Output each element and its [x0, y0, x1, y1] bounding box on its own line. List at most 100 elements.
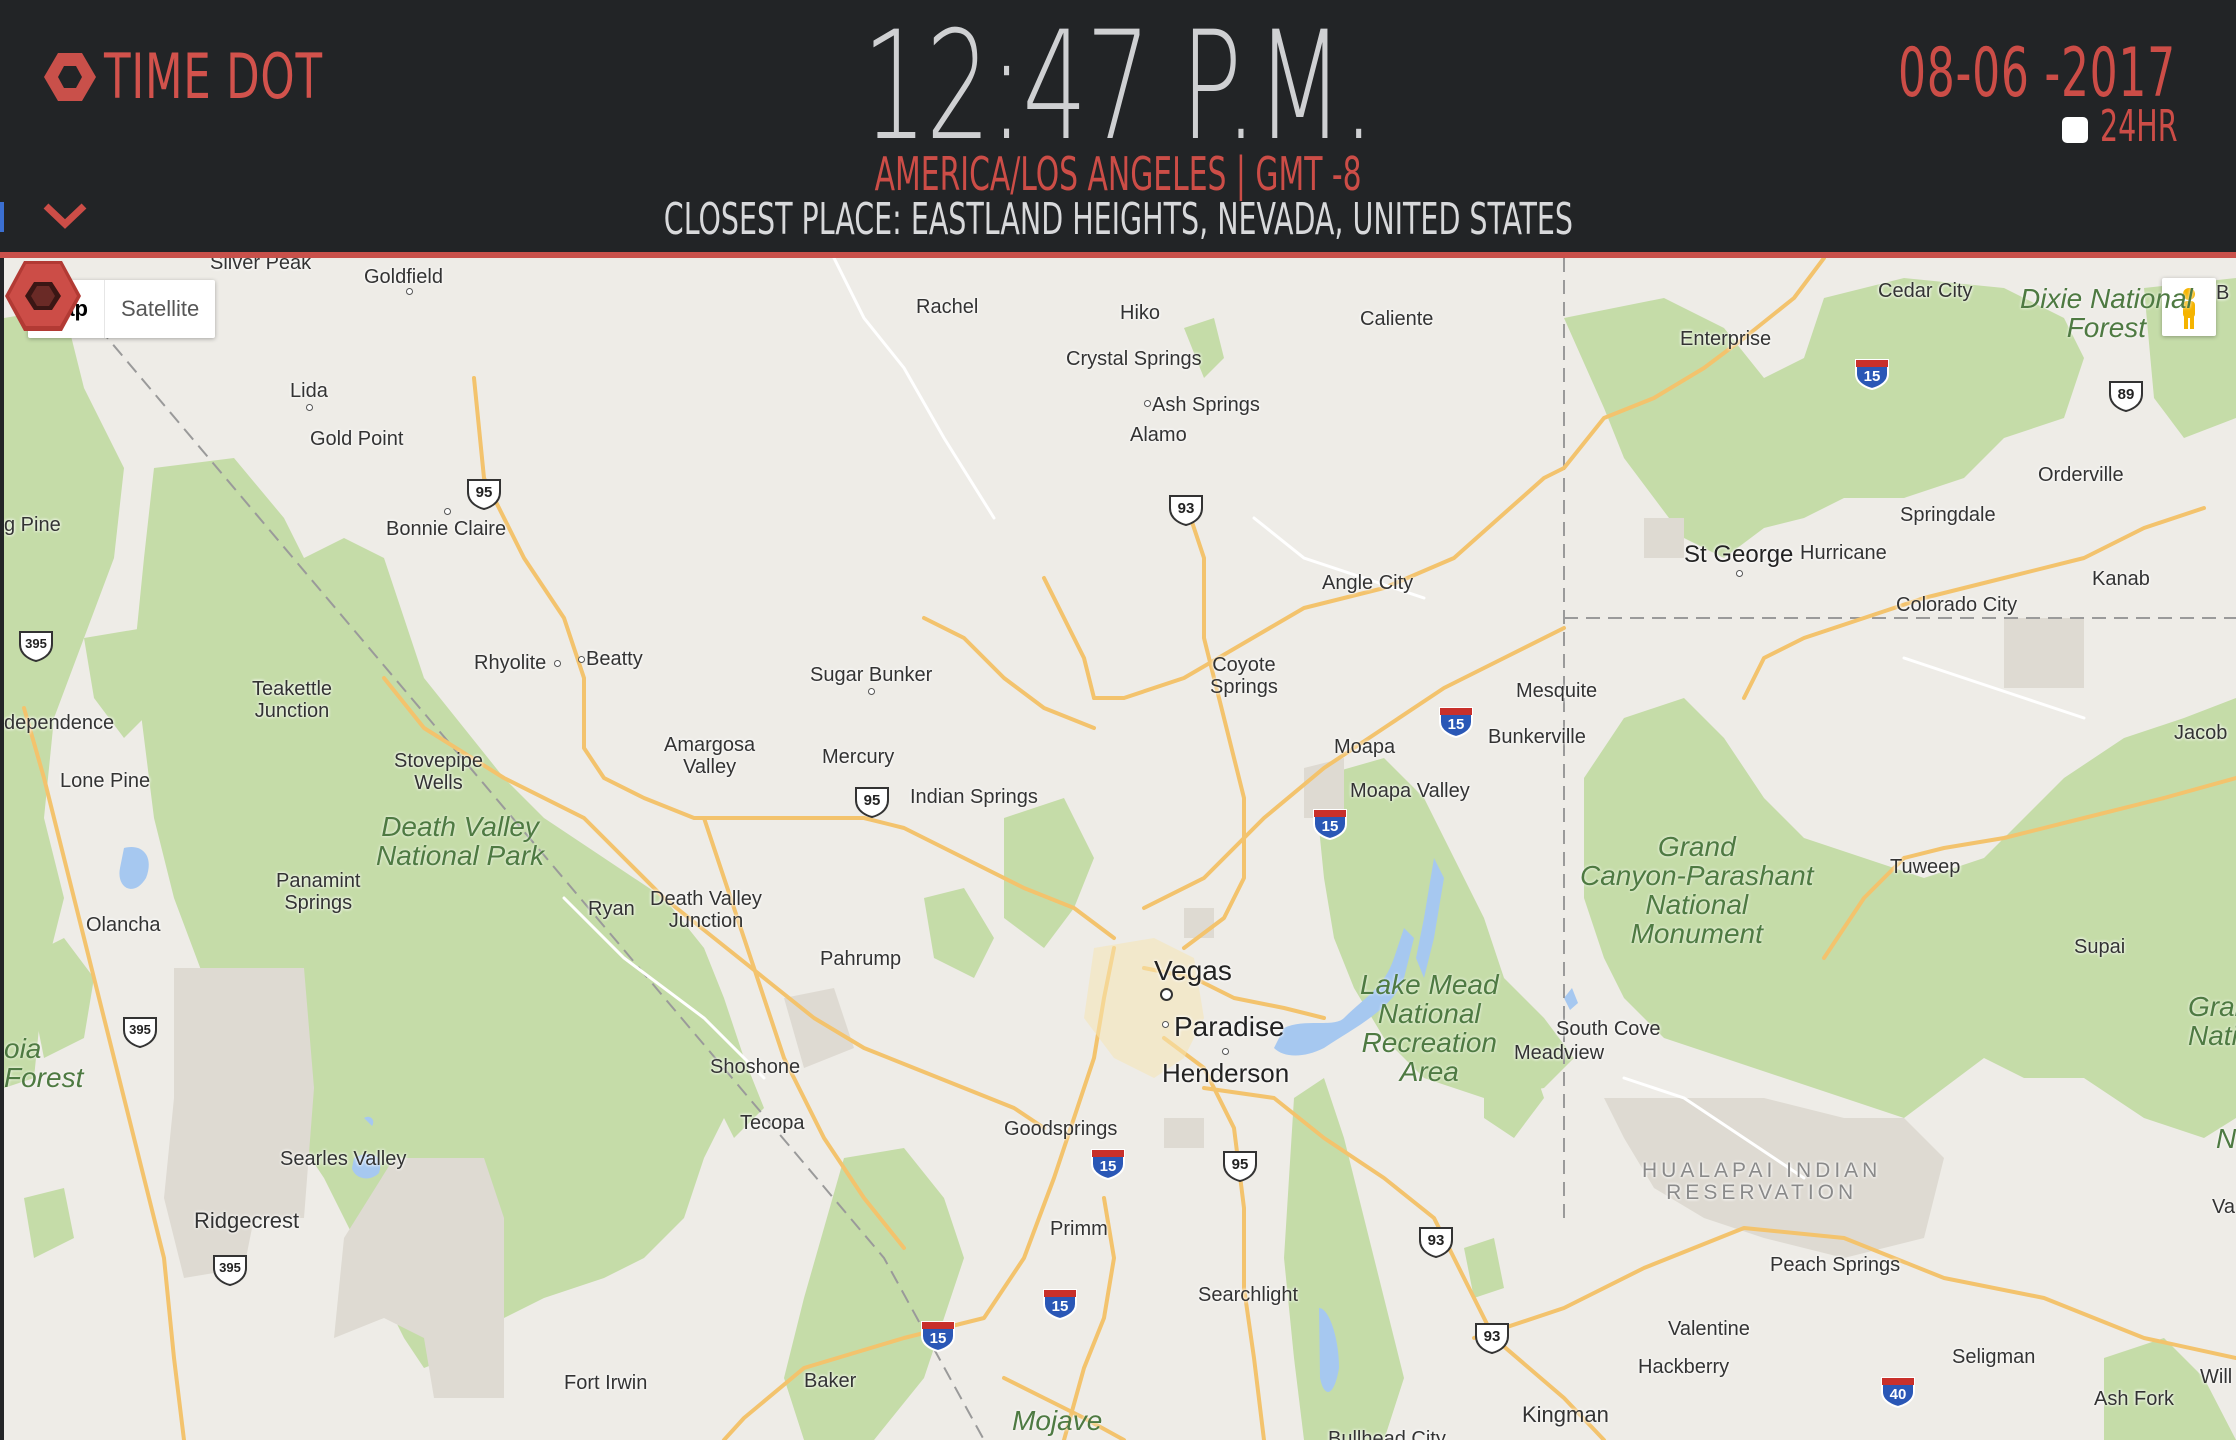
label-death-valley-junction: Death Valley Junction [650, 888, 762, 932]
shield-us93-alamo: 93 [1166, 494, 1206, 526]
label-searles-valley: Searles Valley [280, 1148, 407, 1170]
side-tab[interactable] [0, 202, 4, 232]
shield-number: 93 [1427, 1232, 1445, 1249]
label-lake-mead: Lake Mead National Recreation Area [1360, 969, 1499, 1087]
shield-number: 89 [2117, 386, 2135, 403]
shield-number: 15 [1051, 1298, 1069, 1315]
format-24hr-checkbox[interactable] [2062, 117, 2088, 143]
label-ryan: Ryan [588, 898, 635, 920]
label-kanab: Kanab [2092, 568, 2150, 590]
label-goldfield: Goldfield [364, 266, 443, 288]
shield-number: 15 [1863, 368, 1881, 385]
label-st-george: St George [1684, 541, 1794, 568]
label-grand-canyon-parashant: Grand Canyon-Parashant National Monument [1580, 831, 1814, 949]
label-orderville: Orderville [2038, 464, 2124, 486]
label-pahrump: Pahrump [820, 948, 902, 970]
timezone-label: AMERICA/LOS ANGELES | GMT -8 [0, 148, 2236, 200]
label-rachel: Rachel [916, 296, 979, 318]
shield-us95-north: 95 [464, 478, 504, 510]
label-baker: Baker [804, 1370, 857, 1392]
label-peach-springs: Peach Springs [1770, 1254, 1901, 1276]
shield-i40: 40 [1878, 1376, 1918, 1408]
location-marker-icon[interactable] [4, 258, 82, 334]
shield-number: 95 [475, 484, 493, 501]
dot-goldfield [406, 288, 413, 295]
label-bonnie-claire: Bonnie Claire [386, 518, 507, 540]
label-mesquite: Mesquite [1516, 680, 1598, 702]
label-amargosa-valley: Amargosa Valley [664, 734, 756, 778]
label-moapa: Moapa [1334, 736, 1396, 758]
label-kaibab-n: N [2216, 1123, 2236, 1154]
shield-number: 93 [1483, 1328, 1501, 1345]
label-lone-pine: Lone Pine [60, 770, 151, 792]
label-primm: Primm [1050, 1218, 1108, 1240]
shield-number: 395 [219, 1260, 241, 1275]
dot-st-george [1736, 570, 1743, 577]
format-24hr-toggle[interactable]: 24HR [2062, 101, 2178, 152]
label-panamint-springs: Panamint Springs [276, 870, 361, 914]
label-bunkerville: Bunkerville [1488, 726, 1586, 748]
label-caliente: Caliente [1360, 308, 1434, 330]
label-crystal-springs: Crystal Springs [1066, 348, 1202, 370]
label-inyo-national-forest: oia Forest [4, 1033, 84, 1093]
chevron-down-icon[interactable] [40, 200, 90, 230]
label-colorado-city: Colorado City [1896, 594, 2018, 616]
shield-i15-primm: 15 [1040, 1288, 1080, 1320]
label-mojave: Mojave [1012, 1405, 1103, 1436]
label-springdale: Springdale [1900, 504, 1996, 526]
label-williams: Will [2200, 1366, 2233, 1388]
label-ridgecrest: Ridgecrest [194, 1208, 300, 1233]
label-supai: Supai [2074, 936, 2126, 958]
label-lida: Lida [290, 380, 328, 402]
app-header: TIME DOT 12:47 P.M. AMERICA/LOS ANGELES … [0, 0, 2236, 252]
label-valentine: Valentine [1668, 1318, 1750, 1340]
label-beatty: Beatty [586, 648, 643, 670]
shield-number: 395 [129, 1022, 151, 1037]
label-stovepipe-wells: Stovepipe Wells [394, 750, 483, 794]
label-enterprise: Enterprise [1680, 328, 1772, 350]
shield-ca395-olancha: 395 [120, 1016, 160, 1048]
shield-ca395-ridgecrest: 395 [210, 1254, 250, 1286]
dot-vegas [1160, 988, 1173, 1001]
label-ash-fork: Ash Fork [2094, 1388, 2175, 1410]
label-hualapai-reservation: HUALAPAI INDIAN RESERVATION [1642, 1159, 1882, 1204]
label-hiko: Hiko [1120, 302, 1161, 324]
label-south-cove: South Cove [1556, 1018, 1661, 1040]
dot-beatty [578, 656, 585, 663]
shield-us95-henderson: 95 [1220, 1150, 1260, 1182]
label-dixie-national-forest: Dixie National Forest [2020, 283, 2193, 343]
shield-i15-baker: 15 [918, 1320, 958, 1352]
label-vail: Va [2212, 1196, 2235, 1218]
dot-sugar-bunker [868, 688, 875, 695]
shield-number: 15 [929, 1330, 947, 1347]
format-24hr-label: 24HR [2100, 101, 2178, 152]
dot-ash-springs [1144, 400, 1151, 407]
label-meadview: Meadview [1514, 1042, 1605, 1064]
label-henderson: Henderson [1162, 1058, 1290, 1088]
label-olancha: Olancha [86, 914, 161, 936]
shield-i15-goodsprings: 15 [1088, 1148, 1128, 1180]
label-big-pine: g Pine [4, 514, 61, 536]
label-sugar-bunker: Sugar Bunker [810, 664, 933, 686]
shield-number: 40 [1889, 1386, 1907, 1403]
dot-lida [306, 404, 313, 411]
label-goodsprings: Goodsprings [1004, 1118, 1118, 1140]
label-silver-peak: Silver Peak [210, 258, 312, 274]
label-seligman: Seligman [1952, 1346, 2036, 1368]
shield-us93-kingman: 93 [1472, 1322, 1512, 1354]
dot-paradise [1162, 1021, 1169, 1028]
map-view[interactable]: Map Satellite Silver Peak Goldfield Rach… [4, 258, 2236, 1440]
label-independence: dependence [4, 712, 115, 734]
label-gold-point: Gold Point [310, 428, 404, 450]
label-tuweep: Tuweep [1890, 856, 1961, 878]
current-time-text: 12:47 P.M. [862, 0, 1375, 174]
shield-number: 95 [863, 792, 881, 809]
label-searchlight: Searchlight [1198, 1284, 1299, 1306]
label-vegas: Vegas [1154, 955, 1232, 986]
shield-number: 95 [1231, 1156, 1249, 1173]
label-hackberry: Hackberry [1638, 1356, 1730, 1378]
shield-number: 15 [1099, 1158, 1117, 1175]
label-teakettle-junction: Teakettle Junction [252, 678, 333, 722]
label-coyote-springs: Coyote Springs [1210, 654, 1278, 698]
map-type-satellite-button[interactable]: Satellite [105, 280, 215, 338]
